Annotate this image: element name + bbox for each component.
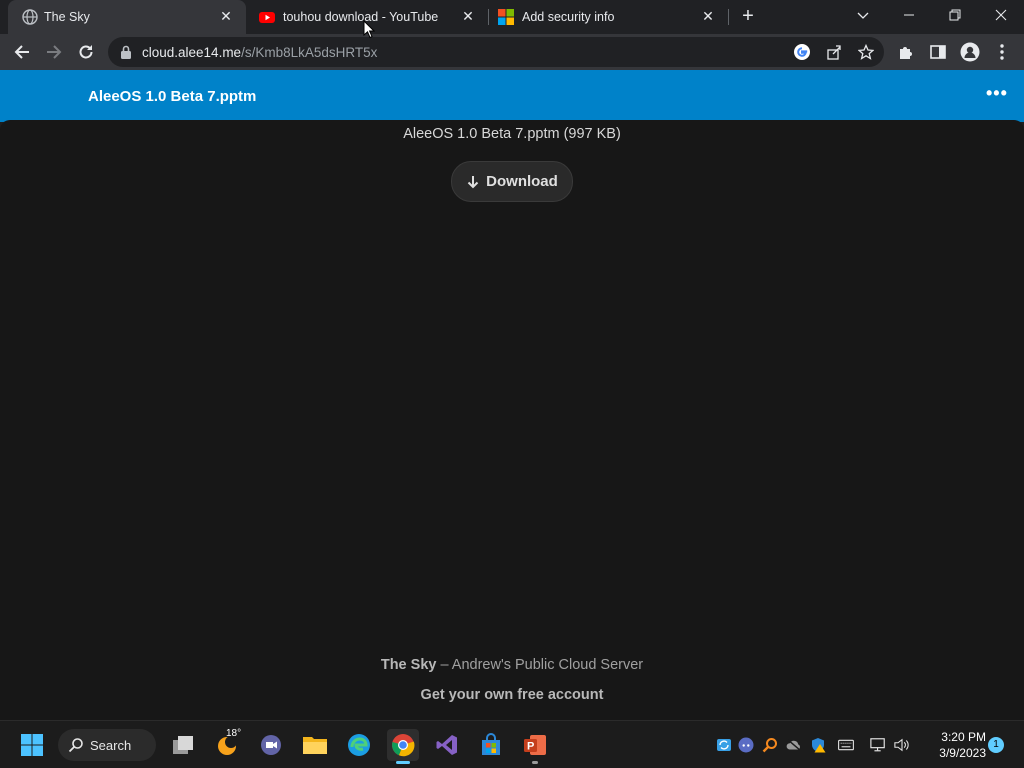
close-icon <box>995 9 1007 21</box>
chevron-down-icon <box>857 12 869 19</box>
microsoft-store-button[interactable] <box>475 729 507 761</box>
clock-date: 3/9/2023 <box>939 746 986 760</box>
share-content: AleeOS 1.0 Beta 7.pptm (997 KB) Download… <box>0 120 1024 720</box>
arrow-left-icon <box>14 45 29 59</box>
share-icon[interactable] <box>825 43 843 61</box>
avatar-icon <box>960 42 980 62</box>
lock-icon[interactable] <box>120 45 132 64</box>
taskbar: Search P 3:20 PM 3/9/2023 1 <box>0 720 1024 768</box>
security-warning-tray-icon[interactable] <box>810 737 826 753</box>
store-icon <box>482 733 500 755</box>
chat-icon <box>261 735 281 755</box>
youtube-icon <box>259 9 275 25</box>
microsoft-icon <box>498 9 514 25</box>
folder-icon <box>303 737 327 754</box>
google-lens-icon[interactable] <box>793 43 811 61</box>
file-explorer-button[interactable] <box>299 729 331 761</box>
page-title: AleeOS 1.0 Beta 7.pptm <box>88 88 257 105</box>
tab-separator <box>728 9 729 25</box>
kebab-menu-icon <box>1000 44 1004 60</box>
weather-temperature: 18° <box>226 728 242 739</box>
onedrive-tray-icon[interactable] <box>786 737 802 753</box>
svg-text:P: P <box>527 741 534 753</box>
side-panel-icon <box>930 45 946 59</box>
powerpoint-icon: P <box>524 735 546 755</box>
tab-search-button[interactable] <box>840 0 886 30</box>
new-tab-button[interactable]: + <box>736 5 760 29</box>
restore-button[interactable] <box>932 0 978 30</box>
teams-chat-button[interactable] <box>255 729 287 761</box>
side-panel-button[interactable] <box>926 40 950 64</box>
chrome-icon <box>392 734 415 757</box>
task-view-icon <box>173 736 193 754</box>
arrow-right-icon <box>47 45 62 59</box>
close-tab-icon[interactable]: ✕ <box>460 8 476 24</box>
signup-link[interactable]: Get your own free account <box>0 687 1024 703</box>
magnifier-tray-icon[interactable] <box>762 737 778 753</box>
download-label: Download <box>486 173 558 190</box>
close-window-button[interactable] <box>978 0 1024 30</box>
browser-menu-button[interactable] <box>990 40 1014 64</box>
edge-icon <box>348 734 370 756</box>
tab-title: touhou download - YouTube <box>283 10 439 24</box>
mouse-cursor-icon <box>363 19 376 44</box>
search-label: Search <box>90 737 132 753</box>
system-clock[interactable]: 3:20 PM 3/9/2023 <box>920 729 986 761</box>
keyboard-tray-icon[interactable] <box>838 737 854 753</box>
powerpoint-button[interactable]: P <box>519 729 551 764</box>
more-actions-button[interactable]: ••• <box>986 84 1012 106</box>
download-icon <box>466 175 480 189</box>
extensions-button[interactable] <box>894 40 918 64</box>
notification-badge[interactable]: 1 <box>988 737 1004 753</box>
task-view-button[interactable] <box>167 729 199 761</box>
edge-button[interactable] <box>343 729 375 761</box>
taskbar-search[interactable]: Search <box>58 729 156 761</box>
discord-tray-icon[interactable] <box>738 737 754 753</box>
tab-the-sky[interactable]: The Sky ✕ <box>8 0 246 34</box>
tab-title: Add security info <box>522 10 615 24</box>
tab-add-security-info[interactable]: Add security info ✕ <box>488 0 728 34</box>
search-icon <box>68 737 84 756</box>
close-tab-icon[interactable]: ✕ <box>700 8 716 24</box>
windows-logo-icon <box>21 734 43 756</box>
volume-tray-icon[interactable] <box>894 737 910 753</box>
browser-toolbar: cloud.alee14.me/s/Kmb8LkA5dsHRT5x <box>0 34 1024 70</box>
network-tray-icon[interactable] <box>870 737 886 753</box>
footer-brand[interactable]: The Sky <box>381 657 437 673</box>
back-button[interactable] <box>10 40 34 64</box>
profile-button[interactable] <box>958 40 982 64</box>
tab-title: The Sky <box>44 10 90 24</box>
restore-icon <box>949 9 961 21</box>
footer-tagline: – Andrew's Public Cloud Server <box>436 657 644 673</box>
screen: The Sky ✕ touhou download - YouTube ✕ Ad… <box>0 0 1024 768</box>
reload-icon <box>79 45 93 59</box>
sync-tray-icon[interactable] <box>716 737 732 753</box>
address-bar[interactable]: cloud.alee14.me/s/Kmb8LkA5dsHRT5x <box>108 37 884 67</box>
start-button[interactable] <box>16 729 48 761</box>
minimize-button[interactable] <box>886 0 932 30</box>
chrome-button[interactable] <box>387 729 419 764</box>
footer-info: The Sky – Andrew's Public Cloud Server <box>0 657 1024 673</box>
visual-studio-button[interactable] <box>431 729 463 761</box>
reload-button[interactable] <box>74 40 98 64</box>
url-text: cloud.alee14.me/s/Kmb8LkA5dsHRT5x <box>142 45 377 60</box>
visual-studio-icon <box>436 735 457 755</box>
url-host: cloud.alee14.me <box>142 45 242 60</box>
bookmark-star-icon[interactable] <box>857 43 875 61</box>
minimize-icon <box>904 14 914 16</box>
browser-tab-strip: The Sky ✕ touhou download - YouTube ✕ Ad… <box>0 0 1024 34</box>
file-info: AleeOS 1.0 Beta 7.pptm (997 KB) <box>403 126 621 142</box>
running-app-indicator <box>532 761 538 764</box>
download-button[interactable]: Download <box>451 161 573 202</box>
puzzle-icon <box>900 47 912 59</box>
active-app-indicator <box>396 761 410 764</box>
app-header: AleeOS 1.0 Beta 7.pptm ••• <box>0 70 1024 122</box>
globe-icon <box>22 9 38 25</box>
close-tab-icon[interactable]: ✕ <box>218 8 234 24</box>
forward-button[interactable] <box>42 40 66 64</box>
web-page: AleeOS 1.0 Beta 7.pptm ••• AleeOS 1.0 Be… <box>0 70 1024 720</box>
url-path: /s/Kmb8LkA5dsHRT5x <box>241 45 378 60</box>
clock-time: 3:20 PM <box>941 730 986 744</box>
